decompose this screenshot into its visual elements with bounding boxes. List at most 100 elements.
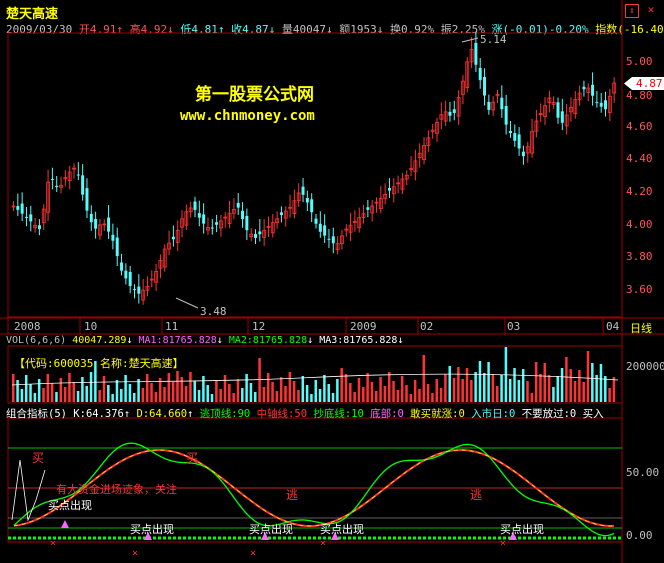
vol-value: 40047.289 bbox=[72, 335, 127, 346]
volume-bar bbox=[504, 347, 508, 402]
volume-bar bbox=[426, 384, 430, 402]
volume-bar bbox=[245, 374, 248, 402]
volume-bar bbox=[457, 367, 460, 402]
volume-bar bbox=[266, 373, 270, 402]
volume-bar bbox=[124, 375, 127, 402]
volume-bar bbox=[98, 390, 101, 402]
volume-bar bbox=[314, 380, 317, 402]
volume-bar bbox=[184, 386, 188, 402]
volume-bar bbox=[301, 376, 305, 402]
time-label: 2008 bbox=[14, 320, 41, 333]
volume-bar bbox=[405, 385, 408, 402]
candle-body bbox=[16, 206, 20, 210]
sell-x-marker: × bbox=[500, 538, 506, 549]
candle-body bbox=[76, 174, 80, 176]
volume-bar bbox=[310, 394, 313, 402]
candle-body bbox=[474, 42, 478, 65]
candle-body bbox=[323, 225, 327, 236]
volume-bar bbox=[547, 375, 551, 402]
candle-body bbox=[478, 67, 482, 81]
volume-bar bbox=[167, 373, 171, 402]
volume-bar bbox=[534, 362, 538, 402]
candle-body bbox=[128, 271, 132, 286]
buy-point-label: 买点出现 bbox=[130, 523, 174, 536]
vol-ma3: MA3:81765.828 bbox=[319, 335, 398, 346]
chart-gridlines bbox=[0, 0, 664, 563]
volume-bar bbox=[284, 386, 287, 402]
volume-bar bbox=[37, 379, 41, 402]
volume-bar bbox=[262, 387, 266, 402]
candle-body bbox=[327, 238, 331, 240]
volume-bar bbox=[357, 378, 361, 402]
sell-x-marker: × bbox=[132, 548, 138, 559]
candle-body bbox=[604, 100, 608, 110]
volume-bar bbox=[72, 382, 75, 402]
ind-dare-buy: 敢买就涨:0 bbox=[410, 408, 465, 420]
volume-bar bbox=[202, 376, 205, 402]
volume-bar bbox=[145, 374, 149, 402]
volume-bar bbox=[189, 372, 192, 402]
candle-body bbox=[94, 219, 98, 229]
ind-k: K:64.376 bbox=[73, 408, 124, 420]
candle-body bbox=[85, 188, 89, 211]
candle-body bbox=[137, 286, 141, 294]
time-label: 10 bbox=[84, 320, 98, 333]
volume-bar bbox=[288, 372, 292, 402]
volume-bar bbox=[197, 390, 201, 402]
envelope-line bbox=[11, 459, 46, 522]
volume-bar bbox=[46, 374, 50, 402]
volume-bar bbox=[193, 381, 196, 402]
ind-title[interactable]: 组合指标(5) bbox=[6, 408, 67, 420]
volume-bar bbox=[431, 393, 434, 402]
volume-bar bbox=[344, 374, 348, 402]
candle-body bbox=[124, 270, 128, 279]
volume-bar bbox=[59, 378, 63, 402]
low-price-label: 3.48 bbox=[200, 305, 227, 318]
candle-body bbox=[305, 197, 309, 203]
candle-body bbox=[508, 130, 512, 134]
volume-bar bbox=[400, 376, 404, 402]
volume-bar bbox=[323, 375, 326, 402]
candle-body bbox=[556, 102, 560, 118]
sell-x-marker: × bbox=[320, 538, 326, 549]
volume-bar bbox=[526, 381, 529, 402]
volume-bar bbox=[163, 387, 166, 402]
price-tick: 3.60 bbox=[626, 283, 653, 296]
volume-bar bbox=[16, 380, 19, 402]
volume-bar bbox=[461, 379, 464, 402]
price-tick: 4.00 bbox=[626, 218, 653, 231]
ind-dont-miss: 不要放过:0 bbox=[521, 408, 577, 420]
volume-bar bbox=[565, 357, 568, 402]
candle-body bbox=[215, 222, 219, 225]
volume-bar bbox=[517, 380, 521, 402]
buy-signal-label: 买 bbox=[32, 451, 45, 465]
volume-bar bbox=[279, 377, 283, 402]
volume-bar bbox=[444, 374, 447, 402]
volume-bar bbox=[604, 376, 607, 402]
candle-body bbox=[314, 218, 318, 224]
buy-point-label: 买点出现 bbox=[320, 523, 364, 536]
candle-body bbox=[81, 175, 85, 195]
escape-signal-label: 逃 bbox=[286, 488, 299, 502]
volume-bar bbox=[474, 372, 477, 402]
volume-bar bbox=[439, 388, 443, 402]
vol-title[interactable]: VOL(6,6,6) bbox=[6, 335, 66, 346]
volume-header: VOL(6,6,6) 40047.289↓ MA1:81765.828↓ MA2… bbox=[6, 335, 404, 346]
code-label: 【代码:600035 名称:楚天高速】 bbox=[14, 357, 184, 370]
volume-bar bbox=[154, 392, 158, 402]
volume-bar bbox=[483, 373, 486, 402]
volume-bar bbox=[219, 389, 222, 402]
volume-bar bbox=[89, 372, 93, 402]
volume-bar bbox=[271, 382, 274, 402]
volume-bar bbox=[552, 387, 555, 402]
volume-bar bbox=[608, 388, 611, 402]
candle-body bbox=[171, 236, 175, 240]
volume-bar bbox=[305, 385, 309, 402]
price-panel-frame bbox=[7, 32, 623, 318]
volume-bar bbox=[392, 381, 395, 402]
volume-bar bbox=[418, 389, 421, 402]
volume-bar bbox=[435, 379, 438, 402]
time-label: 12 bbox=[252, 320, 266, 333]
period-tab[interactable]: 日线 bbox=[630, 320, 652, 336]
candle-body bbox=[500, 97, 504, 110]
